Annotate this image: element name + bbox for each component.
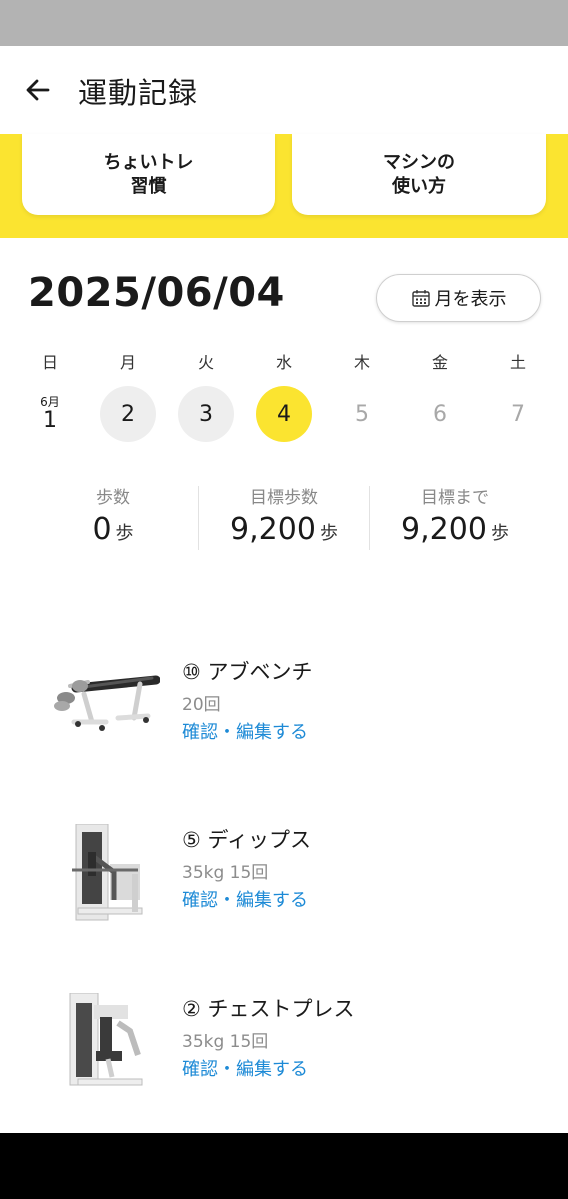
calendar-icon [411,290,430,307]
edit-workout-link[interactable]: 確認・編集する [182,718,308,744]
machine-guide-label: マシンの 使い方 [383,151,455,197]
chest-press-machine-icon [69,993,143,1086]
step-stats: 歩数 0歩 目標歩数 9,200 歩 目標まで 9,200 歩 [28,486,540,550]
day-number: 3 [199,401,213,427]
edit-workout-link[interactable]: 確認・編集する [182,1055,308,1081]
day-column-sat: 土 7 [488,350,548,442]
workout-detail: 35kg 15回 [182,863,269,883]
ab-bench-machine-icon [54,675,160,731]
system-navigation-bar [0,1133,568,1199]
day-button-7: 7 [490,386,546,442]
choi-training-label: ちょいトレ 習慣 [103,151,194,197]
day-number: 2 [121,401,135,427]
day-number: 6 [433,401,447,427]
workout-item: ⑩ アブベンチ 20回 確認・編集する [0,656,568,766]
day-number: 1 [43,408,57,433]
show-month-label: 月を表示 [434,289,507,310]
day-button-1[interactable]: 6月 1 [22,386,78,442]
dips-machine-icon [72,824,143,921]
stat-unit: 歩 [319,523,338,544]
workout-item: ⑤ ディップス 35kg 15回 確認・編集する [0,824,568,934]
stat-steps: 歩数 0歩 [28,486,198,550]
day-column-sun: 日 6月 1 [20,350,80,442]
day-column-thu: 木 5 [332,350,392,442]
weekday-label: 月 [119,353,136,372]
day-number: 5 [355,401,369,427]
stat-remaining: 目標まで 9,200 歩 [370,486,540,550]
day-column-mon: 月 2 [98,350,158,442]
back-button[interactable] [18,70,58,110]
stat-unit: 歩 [115,523,134,544]
weekday-label: 金 [431,353,448,372]
weekday-label: 土 [509,353,526,372]
stat-value: 0 [92,512,112,547]
weekday-label: 火 [197,353,214,372]
choi-training-button[interactable]: ちょいトレ 習慣 [22,134,275,215]
stat-unit: 歩 [490,523,509,544]
workout-detail: 35kg 15回 [182,1032,269,1052]
workout-name: ⑤ ディップス [182,828,312,852]
selected-date: 2025/06/04 [28,270,285,316]
show-month-button[interactable]: 月を表示 [376,274,541,322]
day-column-fri: 金 6 [410,350,470,442]
stat-value: 9,200 [401,512,487,547]
workout-detail: 20回 [182,695,221,715]
day-number: 4 [277,401,291,427]
day-column-tue: 火 3 [176,350,236,442]
edit-workout-link[interactable]: 確認・編集する [182,886,308,912]
stat-label: 目標まで [421,488,489,508]
arrow-left-icon [26,79,50,101]
workout-name: ② チェストプレス [182,997,355,1021]
day-button-6: 6 [412,386,468,442]
day-button-2[interactable]: 2 [100,386,156,442]
stat-goal-steps: 目標歩数 9,200 歩 [199,486,369,550]
day-number: 7 [511,401,525,427]
month-label: 6月 [40,395,60,409]
page-title: 運動記録 [78,76,199,110]
day-button-4-selected[interactable]: 4 [256,386,312,442]
workout-item: ② チェストプレス 35kg 15回 確認・編集する [0,993,568,1103]
day-column-wed: 水 4 [254,350,314,442]
weekday-label: 木 [353,353,370,372]
stat-label: 目標歩数 [250,488,318,508]
day-button-3[interactable]: 3 [178,386,234,442]
weekday-label: 日 [41,353,58,372]
workout-name: ⑩ アブベンチ [182,660,313,684]
day-button-5: 5 [334,386,390,442]
week-strip: 日 6月 1 月 2 火 3 水 4 木 5 金 6 土 7 [0,350,568,450]
status-bar [0,0,568,46]
app-header: 運動記録 [0,46,568,134]
machine-guide-button[interactable]: マシンの 使い方 [292,134,546,215]
weekday-label: 水 [275,353,292,372]
stat-label: 歩数 [96,488,130,508]
stat-value: 9,200 [230,512,316,547]
